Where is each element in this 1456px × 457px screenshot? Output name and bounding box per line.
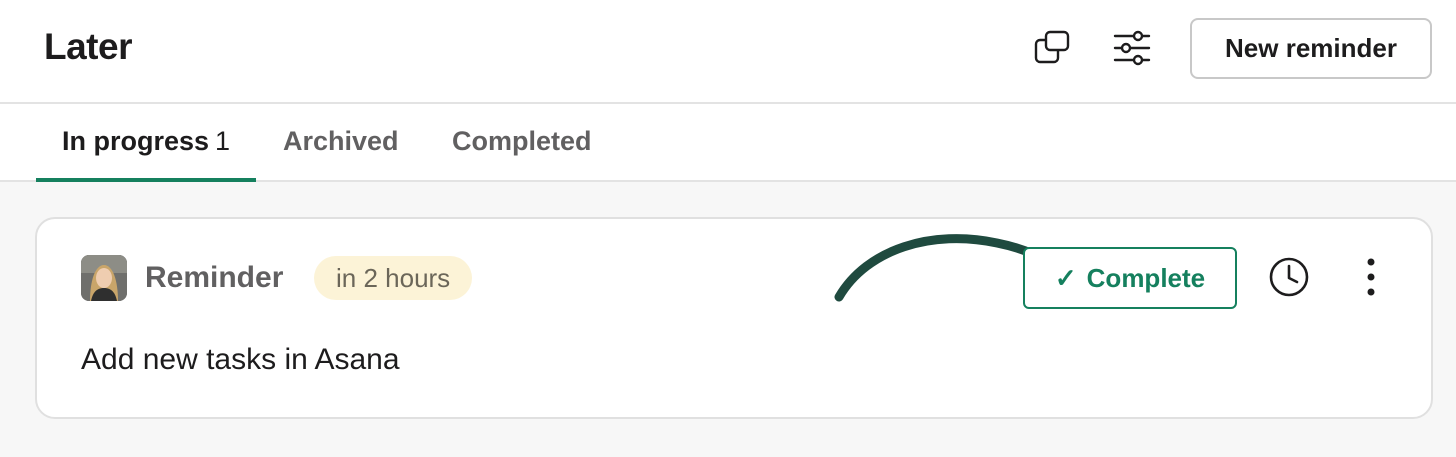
reminder-text: Add new tasks in Asana	[81, 343, 400, 376]
reminder-card: Reminder in 2 hours ✓ Complete Add new t…	[35, 217, 1433, 419]
more-actions-button[interactable]	[1349, 255, 1393, 299]
tab-in-progress[interactable]: In progress 1	[62, 126, 230, 157]
tab-bar: In progress 1 Archived Completed	[0, 104, 1456, 182]
header: Later New reminder	[0, 0, 1456, 104]
copy-window-button[interactable]	[1030, 26, 1074, 70]
new-reminder-button[interactable]: New reminder	[1190, 18, 1432, 79]
copy-window-icon	[1034, 30, 1070, 64]
tab-completed[interactable]: Completed	[452, 126, 592, 157]
page-title: Later	[44, 26, 132, 67]
active-tab-indicator	[36, 178, 256, 182]
snooze-button[interactable]	[1267, 255, 1311, 299]
complete-label: Complete	[1086, 262, 1206, 293]
avatar	[81, 255, 127, 301]
check-icon: ✓	[1054, 262, 1077, 293]
tab-label: In progress	[62, 126, 210, 156]
tab-count: 1	[215, 126, 231, 156]
reminder-label: Reminder	[145, 261, 284, 294]
user-avatar	[81, 255, 127, 301]
filter-button[interactable]	[1110, 26, 1154, 70]
filter-sliders-icon	[1113, 30, 1151, 66]
more-vertical-icon	[1367, 258, 1375, 296]
clock-icon	[1269, 257, 1309, 297]
tab-archived[interactable]: Archived	[283, 126, 399, 157]
complete-button[interactable]: ✓ Complete	[1023, 247, 1237, 309]
due-time-badge: in 2 hours	[314, 256, 473, 300]
